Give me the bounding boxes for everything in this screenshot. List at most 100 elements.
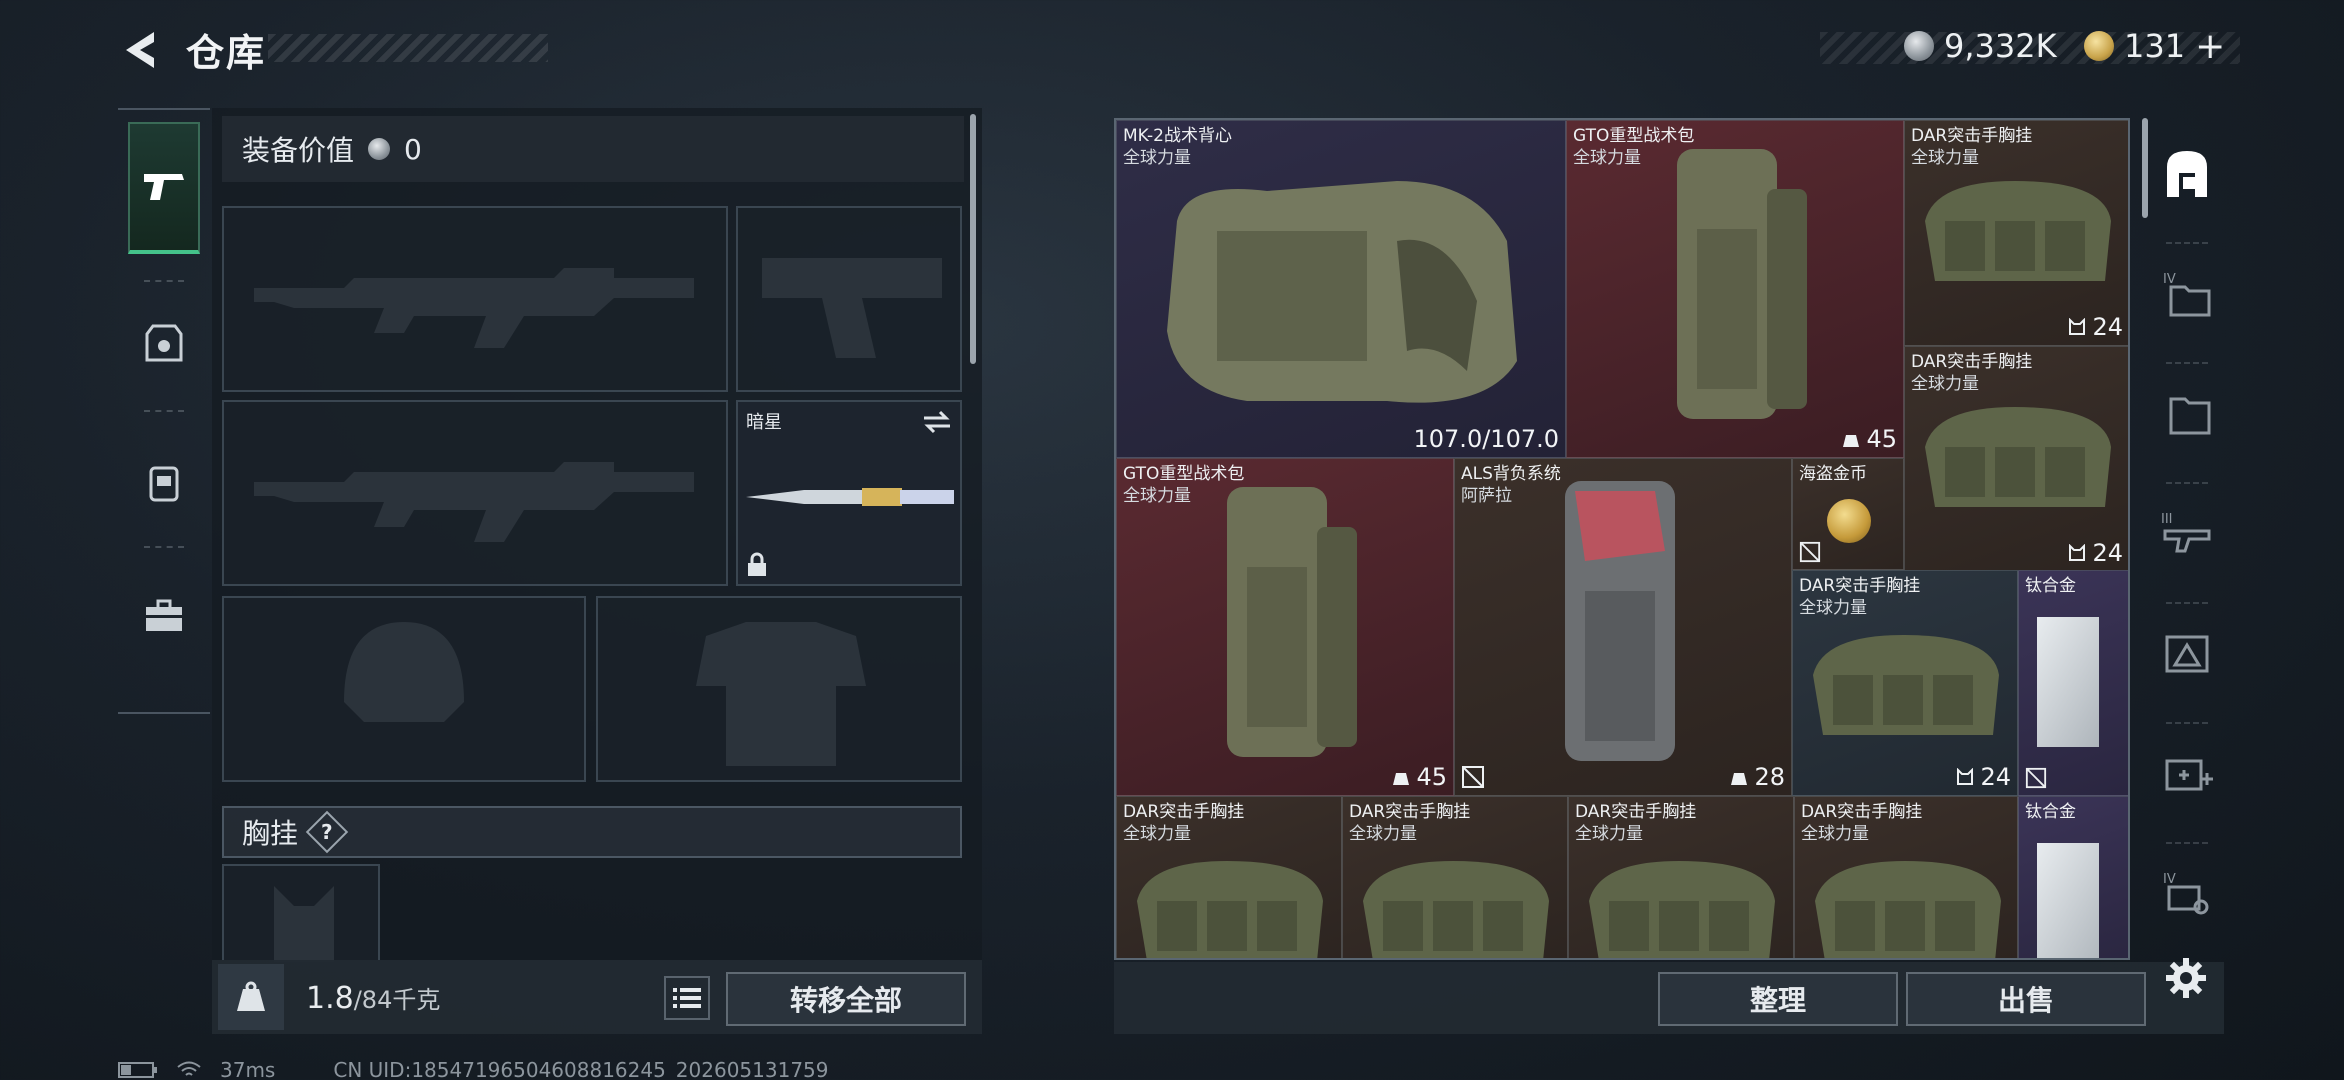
stash-item-als-backpack[interactable]: ALS背负系统 阿萨拉 28	[1454, 458, 1792, 796]
chest-rig-icon	[1815, 861, 2001, 958]
sidebar-item-weapons-iii[interactable]: III	[2150, 478, 2224, 588]
stash-item-gto-pack[interactable]: GTO重型战术包 全球力量 45	[1116, 458, 1454, 796]
stash-item-dar-rig[interactable]: DAR突击手胸挂 全球力量 24	[1792, 570, 2018, 796]
uid-readout: CN UID:18547196504608816245_202605131759	[333, 1058, 829, 1080]
equipment-scrollbar[interactable]	[970, 114, 976, 364]
list-icon	[673, 988, 701, 1008]
body-armor-slot[interactable]	[596, 596, 962, 782]
silver-amount: 9,332K	[1944, 27, 2057, 65]
stash-item-titanium[interactable]: 钛合金	[2018, 796, 2128, 958]
chest-rig-icon	[1813, 635, 1999, 735]
chest-rig-header: 胸挂 ?	[222, 806, 962, 858]
capacity: 45	[1392, 763, 1447, 791]
help-icon[interactable]: ?	[305, 810, 349, 854]
capacity: 45	[1842, 425, 1897, 453]
transfer-all-button[interactable]: 转移全部	[726, 972, 966, 1026]
rig-small-icon	[2069, 318, 2086, 335]
tab-weapons[interactable]	[128, 122, 200, 254]
rig-small-icon	[1957, 768, 1974, 785]
sidebar-item-folder[interactable]	[2150, 358, 2224, 468]
list-view-button[interactable]	[664, 976, 710, 1020]
stash-item-dar-rig[interactable]: DAR突击手胸挂 全球力量	[1568, 796, 1794, 958]
equipment-value-label: 装备价值	[242, 134, 355, 167]
chest-rig-icon	[1137, 861, 1323, 958]
metal-plate-icon	[2037, 617, 2099, 747]
weight-max: /84千克	[353, 986, 441, 1014]
tab-toolbox[interactable]	[128, 550, 200, 682]
chest-rig-slot[interactable]	[222, 864, 380, 962]
equipment-value: 0	[404, 132, 422, 166]
weight-small-icon	[1393, 773, 1410, 785]
back-arrow-icon	[126, 32, 154, 68]
vest-icon	[145, 324, 183, 362]
melee-slot[interactable]: 暗星	[736, 400, 962, 586]
settings-button[interactable]	[2160, 952, 2212, 1004]
capacity: 28	[1730, 763, 1785, 791]
tab-divider	[144, 410, 184, 412]
stash-scrollbar[interactable]	[2142, 118, 2148, 218]
stash-item-dar-rig[interactable]: DAR突击手胸挂 全球力量 24	[1904, 346, 2128, 572]
weight-small-icon	[1843, 435, 1860, 447]
sidearm-slot[interactable]	[736, 206, 962, 392]
gold-currency: 131 +	[2084, 24, 2225, 68]
svg-text:III: III	[2161, 512, 2173, 527]
add-currency-button[interactable]: +	[2195, 26, 2225, 67]
chest-rig-silhouette-icon	[274, 886, 334, 962]
warning-case-icon	[2165, 635, 2209, 673]
rig-small-icon	[2069, 544, 2086, 561]
no-insure-icon	[1799, 541, 1821, 563]
capacity: 24	[2068, 539, 2123, 567]
stash-item-mk2-vest[interactable]: MK-2战术背心 全球力量 107.0/107.0	[1116, 120, 1566, 458]
stash-item-dar-rig[interactable]: DAR突击手胸挂 全球力量	[1794, 796, 2018, 958]
chest-rig-icon	[1925, 407, 2111, 507]
sidebar-item-folder-iv[interactable]: IV	[2150, 238, 2224, 348]
battery-icon	[118, 1062, 157, 1078]
equipment-value-bar: 装备价值 0	[222, 116, 964, 182]
tab-armor[interactable]	[128, 278, 200, 410]
weight-icon	[237, 981, 265, 1011]
backpack-icon	[1565, 481, 1675, 761]
swap-icon[interactable]	[922, 410, 952, 434]
silver-currency: 9,332K	[1904, 24, 2057, 68]
stash-item-pirate-coin[interactable]: 海盗金币	[1792, 458, 1904, 570]
sidebar-item-medical[interactable]	[2150, 718, 2224, 828]
chest-rig-icon	[1925, 181, 2111, 281]
weight-button[interactable]	[218, 964, 284, 1030]
gold-coin-icon	[1827, 499, 1871, 543]
chest-rig-label: 胸挂	[242, 817, 299, 850]
weight-readout: 1.8/84千克	[306, 980, 440, 1016]
helmet-slot[interactable]	[222, 596, 586, 782]
knife-icon	[746, 488, 954, 506]
stash-item-dar-rig[interactable]: DAR突击手胸挂 全球力量 24	[1904, 120, 2128, 346]
sidebar-item-hazard[interactable]	[2150, 598, 2224, 708]
sell-button[interactable]: 出售	[1906, 972, 2146, 1026]
status-bar: 37ms CN UID:18547196504608816245_2026051…	[118, 1058, 829, 1080]
category-tabs	[118, 108, 210, 714]
capacity: 24	[1956, 763, 2011, 791]
gold-amount: 131	[2124, 27, 2186, 65]
primary-weapon-slot[interactable]	[222, 206, 728, 392]
weight-small-icon	[1731, 773, 1748, 785]
stash-item-dar-rig[interactable]: DAR突击手胸挂 全球力量	[1116, 796, 1342, 958]
page-title: 仓库	[186, 31, 267, 75]
tab-backpack[interactable]	[128, 416, 200, 548]
rifle-silhouette-icon	[254, 462, 694, 542]
svg-text:IV: IV	[2163, 872, 2176, 887]
weight-current: 1.8	[306, 981, 354, 1016]
melee-name: 暗星	[746, 412, 782, 433]
stash-item-gto-pack[interactable]: GTO重型战术包 全球力量 45	[1566, 120, 1904, 458]
sidebar-item-home[interactable]	[2150, 118, 2224, 228]
title-decoration	[268, 34, 548, 62]
wifi-icon	[177, 1061, 201, 1076]
key-iv-icon: IV	[2163, 872, 2209, 915]
sidebar-item-keys-iv[interactable]: IV	[2150, 838, 2224, 948]
svg-text:IV: IV	[2163, 272, 2176, 287]
medkit-plus-icon	[2165, 759, 2213, 791]
back-button[interactable]	[112, 22, 168, 78]
backpack-icon	[149, 466, 179, 502]
secondary-weapon-slot[interactable]	[222, 400, 728, 586]
sort-button[interactable]: 整理	[1658, 972, 1898, 1026]
rifle-silhouette-icon	[254, 268, 694, 348]
stash-item-dar-rig[interactable]: DAR突击手胸挂 全球力量	[1342, 796, 1568, 958]
stash-item-titanium[interactable]: 钛合金	[2018, 570, 2128, 796]
